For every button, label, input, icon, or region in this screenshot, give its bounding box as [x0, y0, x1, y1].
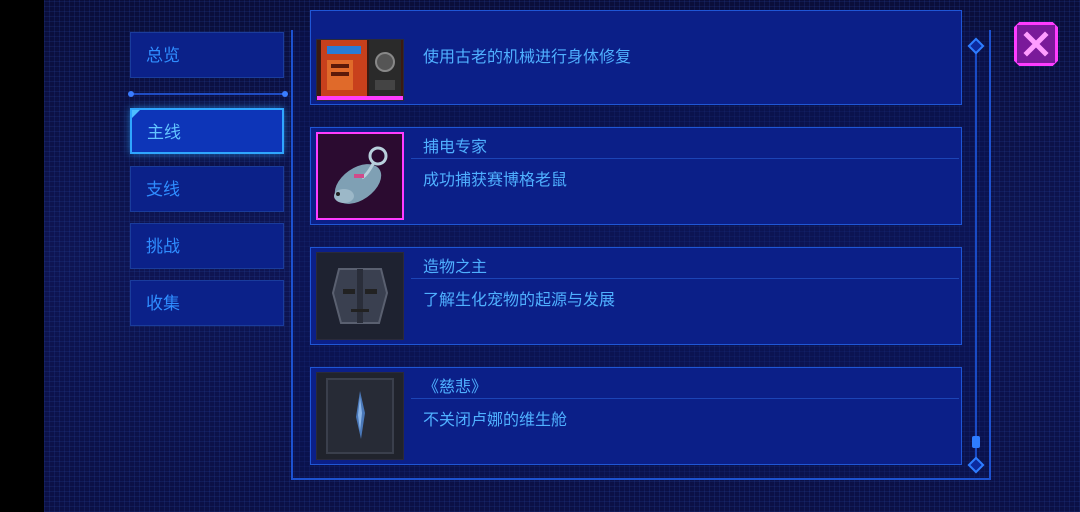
- machine-icon: [316, 39, 404, 101]
- achievement-title: 捕电专家: [423, 137, 488, 156]
- tab-overview-label: 总览: [146, 46, 180, 66]
- tab-challenge-label: 挑战: [146, 237, 180, 257]
- left-letterbox: [0, 0, 44, 512]
- achievement-title: 《慈悲》: [423, 377, 488, 396]
- scrollbar-thumb[interactable]: [972, 436, 980, 448]
- card-separator: [411, 398, 959, 399]
- achievement-desc: 成功捕获赛博格老鼠: [423, 170, 568, 189]
- game-screen: 总览 主线 支线 挑战 收集 使用古老的机械进行身体修复 捕电专家 成功捕获赛博…: [0, 0, 1080, 512]
- achievement-desc: 不关闭卢娜的维生舱: [423, 410, 568, 429]
- achievement-card[interactable]: 《慈悲》 不关闭卢娜的维生舱: [310, 367, 962, 465]
- tab-main-quest-label: 主线: [147, 123, 181, 143]
- tab-collection-label: 收集: [146, 294, 180, 314]
- card-separator: [411, 278, 959, 279]
- tab-side-quest-label: 支线: [146, 180, 180, 200]
- tab-overview[interactable]: 总览: [130, 32, 284, 78]
- android-face-icon: [316, 252, 404, 340]
- achievement-title: 造物之主: [423, 257, 488, 276]
- tab-side-quest[interactable]: 支线: [130, 166, 284, 212]
- achievement-card[interactable]: 捕电专家 成功捕获赛博格老鼠: [310, 127, 962, 225]
- close-button[interactable]: [1014, 22, 1058, 66]
- tab-main-quest[interactable]: 主线: [130, 108, 284, 154]
- achievement-card[interactable]: 使用古老的机械进行身体修复: [310, 10, 962, 105]
- tab-challenge[interactable]: 挑战: [130, 223, 284, 269]
- card-separator: [411, 158, 959, 159]
- achievement-card[interactable]: 造物之主 了解生化宠物的起源与发展: [310, 247, 962, 345]
- active-corner-marker: [132, 110, 140, 118]
- achievement-desc: 使用古老的机械进行身体修复: [423, 47, 632, 66]
- life-pod-icon: [316, 372, 404, 460]
- cyber-rat-icon: [316, 132, 404, 220]
- close-icon: [1023, 31, 1049, 57]
- sidebar-divider: [128, 91, 288, 97]
- achievement-desc: 了解生化宠物的起源与发展: [423, 290, 616, 309]
- tab-collection[interactable]: 收集: [130, 280, 284, 326]
- scrollbar-track[interactable]: [975, 44, 977, 464]
